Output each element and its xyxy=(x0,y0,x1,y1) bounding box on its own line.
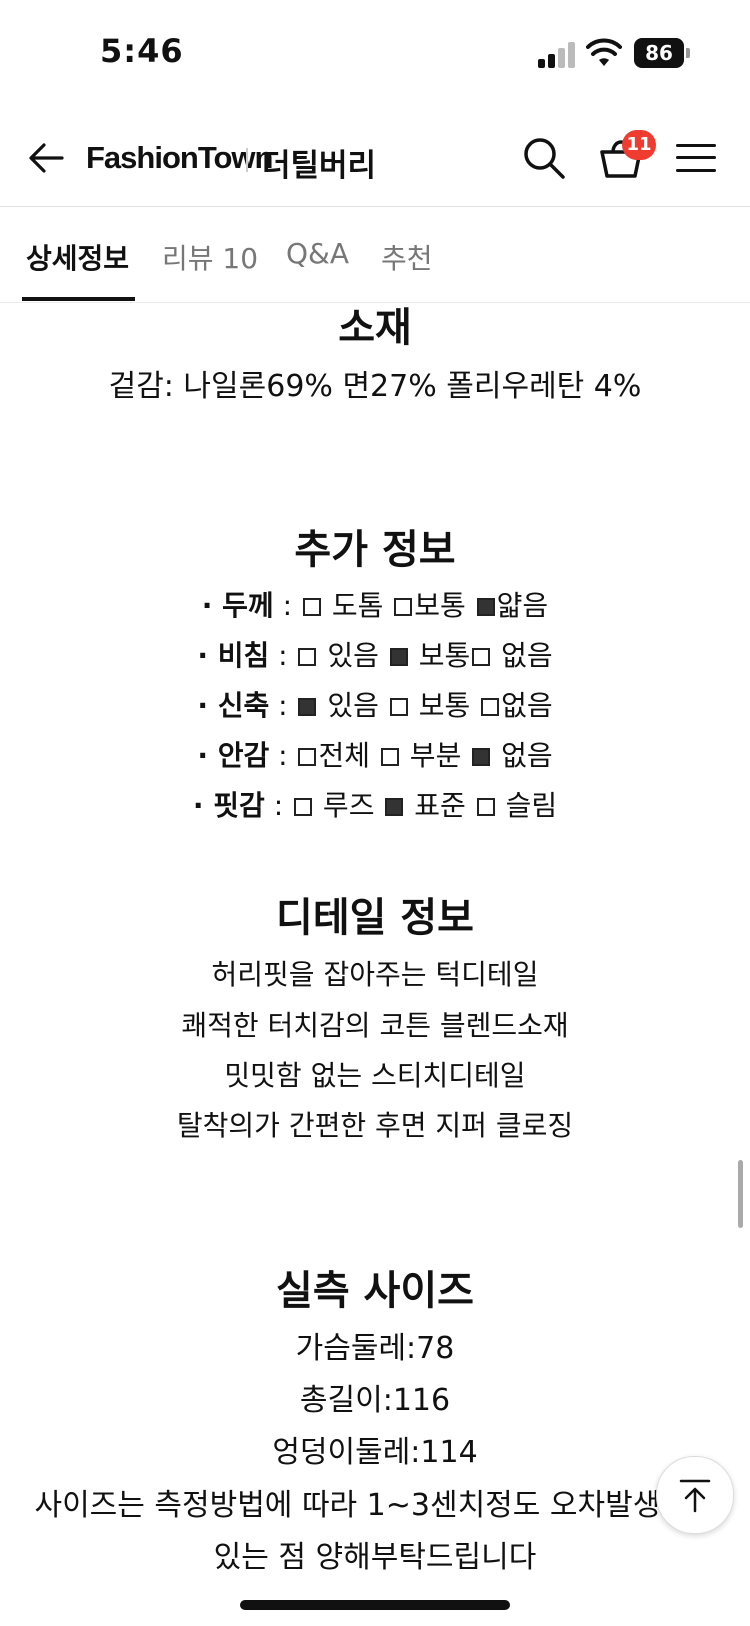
row-separator: : xyxy=(269,739,297,772)
row-separator: : xyxy=(264,789,293,822)
row-label: · 두께 xyxy=(201,589,274,622)
size-line: 가슴둘레:78 xyxy=(295,1331,455,1366)
active-tab-indicator xyxy=(22,297,135,301)
option-text: 부분 xyxy=(400,739,471,772)
status-time: 5:46 xyxy=(100,32,184,70)
sheerness-row: · 비침 : 있음 보통 없음 xyxy=(0,634,750,674)
size-info-title: 실측 사이즈 xyxy=(276,1268,474,1314)
size-note: 있는 점 양해부탁드립니다 xyxy=(213,1540,537,1575)
thickness-row: · 두께 : 도톰 보통 얇음 xyxy=(0,584,750,624)
option-text: 보통 xyxy=(409,689,480,722)
cart-count-badge: 11 xyxy=(622,130,656,160)
cellular-signal-icon xyxy=(538,40,578,68)
size-line: 총길이:116 xyxy=(299,1383,451,1418)
brand-divider xyxy=(246,148,248,172)
option-text: 얇음 xyxy=(496,589,549,622)
wifi-icon xyxy=(586,38,622,66)
menu-icon[interactable] xyxy=(676,144,716,172)
status-bar: 5:46 86 xyxy=(0,0,750,110)
row-label: · 안감 xyxy=(197,739,270,772)
checkbox-empty-icon xyxy=(472,648,491,666)
detail-line: 쾌적한 터치감의 코튼 블렌드소재 xyxy=(181,1009,569,1042)
checkbox-empty-icon xyxy=(380,748,399,766)
detail-info-title: 디테일 정보 xyxy=(276,895,474,941)
detail-line: 밋밋함 없는 스티치디테일 xyxy=(224,1059,526,1092)
option-text: 보통 xyxy=(409,639,471,672)
brand-logo[interactable]: FashionTown xyxy=(86,140,273,176)
store-name[interactable]: 더틸버리 xyxy=(262,140,376,185)
checkbox-filled-icon xyxy=(385,798,404,816)
size-note: 사이즈는 측정방법에 따라 1~3센치정도 오차발생할수 xyxy=(34,1488,716,1523)
row-separator: : xyxy=(273,589,301,622)
checkbox-empty-icon xyxy=(302,598,321,616)
size-line: 엉덩이둘레:114 xyxy=(272,1435,478,1470)
lining-row: · 안감 : 전체 부분 없음 xyxy=(0,734,750,774)
detail-line: 허리핏을 잡아주는 턱디테일 xyxy=(211,958,539,991)
back-arrow-icon[interactable] xyxy=(26,138,66,178)
home-indicator xyxy=(240,1600,510,1610)
tab-reviews[interactable]: 리뷰 10 xyxy=(162,237,258,277)
material-title: 소재 xyxy=(338,305,412,351)
app-header: FashionTown 더틸버리 11 xyxy=(0,110,750,206)
option-text: 전체 xyxy=(318,739,379,772)
material-text: 겉감: 나일론69% 면27% 폴리우레탄 4% xyxy=(108,369,642,404)
checkbox-filled-icon xyxy=(389,648,408,666)
checkbox-empty-icon xyxy=(481,698,500,716)
scroll-to-top-button[interactable] xyxy=(656,1456,734,1534)
row-label: · 신축 xyxy=(197,689,270,722)
row-label: · 비침 xyxy=(197,639,270,672)
checkbox-empty-icon xyxy=(476,798,495,816)
option-text: 도톰 xyxy=(322,589,393,622)
option-text: 없음 xyxy=(501,689,553,722)
tab-recommend[interactable]: 추천 xyxy=(381,237,433,277)
option-text: 있음 xyxy=(318,689,388,722)
arrow-up-icon xyxy=(679,1479,711,1513)
option-text: 슬림 xyxy=(496,789,558,822)
tab-qna[interactable]: Q&A xyxy=(286,237,349,270)
fit-row: · 핏감 : 루즈 표준 슬림 xyxy=(0,784,750,824)
checkbox-empty-icon xyxy=(394,598,413,616)
stretch-row: · 신축 : 있음 보통 없음 xyxy=(0,684,750,724)
checkbox-empty-icon xyxy=(294,798,313,816)
battery-icon: 86 xyxy=(634,38,690,68)
option-text: 없음 xyxy=(492,739,553,772)
option-text: 루즈 xyxy=(314,789,384,822)
extra-info-title: 추가 정보 xyxy=(294,527,456,573)
tab-detail[interactable]: 상세정보 xyxy=(26,237,129,277)
option-text: 없음 xyxy=(492,639,553,672)
detail-line: 탈착의가 간편한 후면 지퍼 클로징 xyxy=(176,1109,574,1142)
product-detail-content: 소재 겉감: 나일론69% 면27% 폴리우레탄 4% 추가 정보 · 두께 :… xyxy=(0,303,750,1626)
option-text: 표준 xyxy=(405,789,475,822)
detail-tabs: 상세정보 리뷰 10 Q&A 추천 xyxy=(0,207,750,303)
row-separator: : xyxy=(269,639,297,672)
checkbox-filled-icon xyxy=(472,748,491,766)
row-separator: : xyxy=(269,689,297,722)
checkbox-empty-icon xyxy=(389,698,408,716)
row-label: · 핏감 xyxy=(192,789,265,822)
scrollbar[interactable] xyxy=(738,1160,743,1228)
option-text: 보통 xyxy=(414,589,475,622)
checkbox-empty-icon xyxy=(298,648,317,666)
checkbox-filled-icon xyxy=(476,598,495,616)
checkbox-filled-icon xyxy=(298,698,317,716)
search-icon[interactable] xyxy=(520,134,568,182)
checkbox-empty-icon xyxy=(298,748,317,766)
option-text: 있음 xyxy=(318,639,388,672)
